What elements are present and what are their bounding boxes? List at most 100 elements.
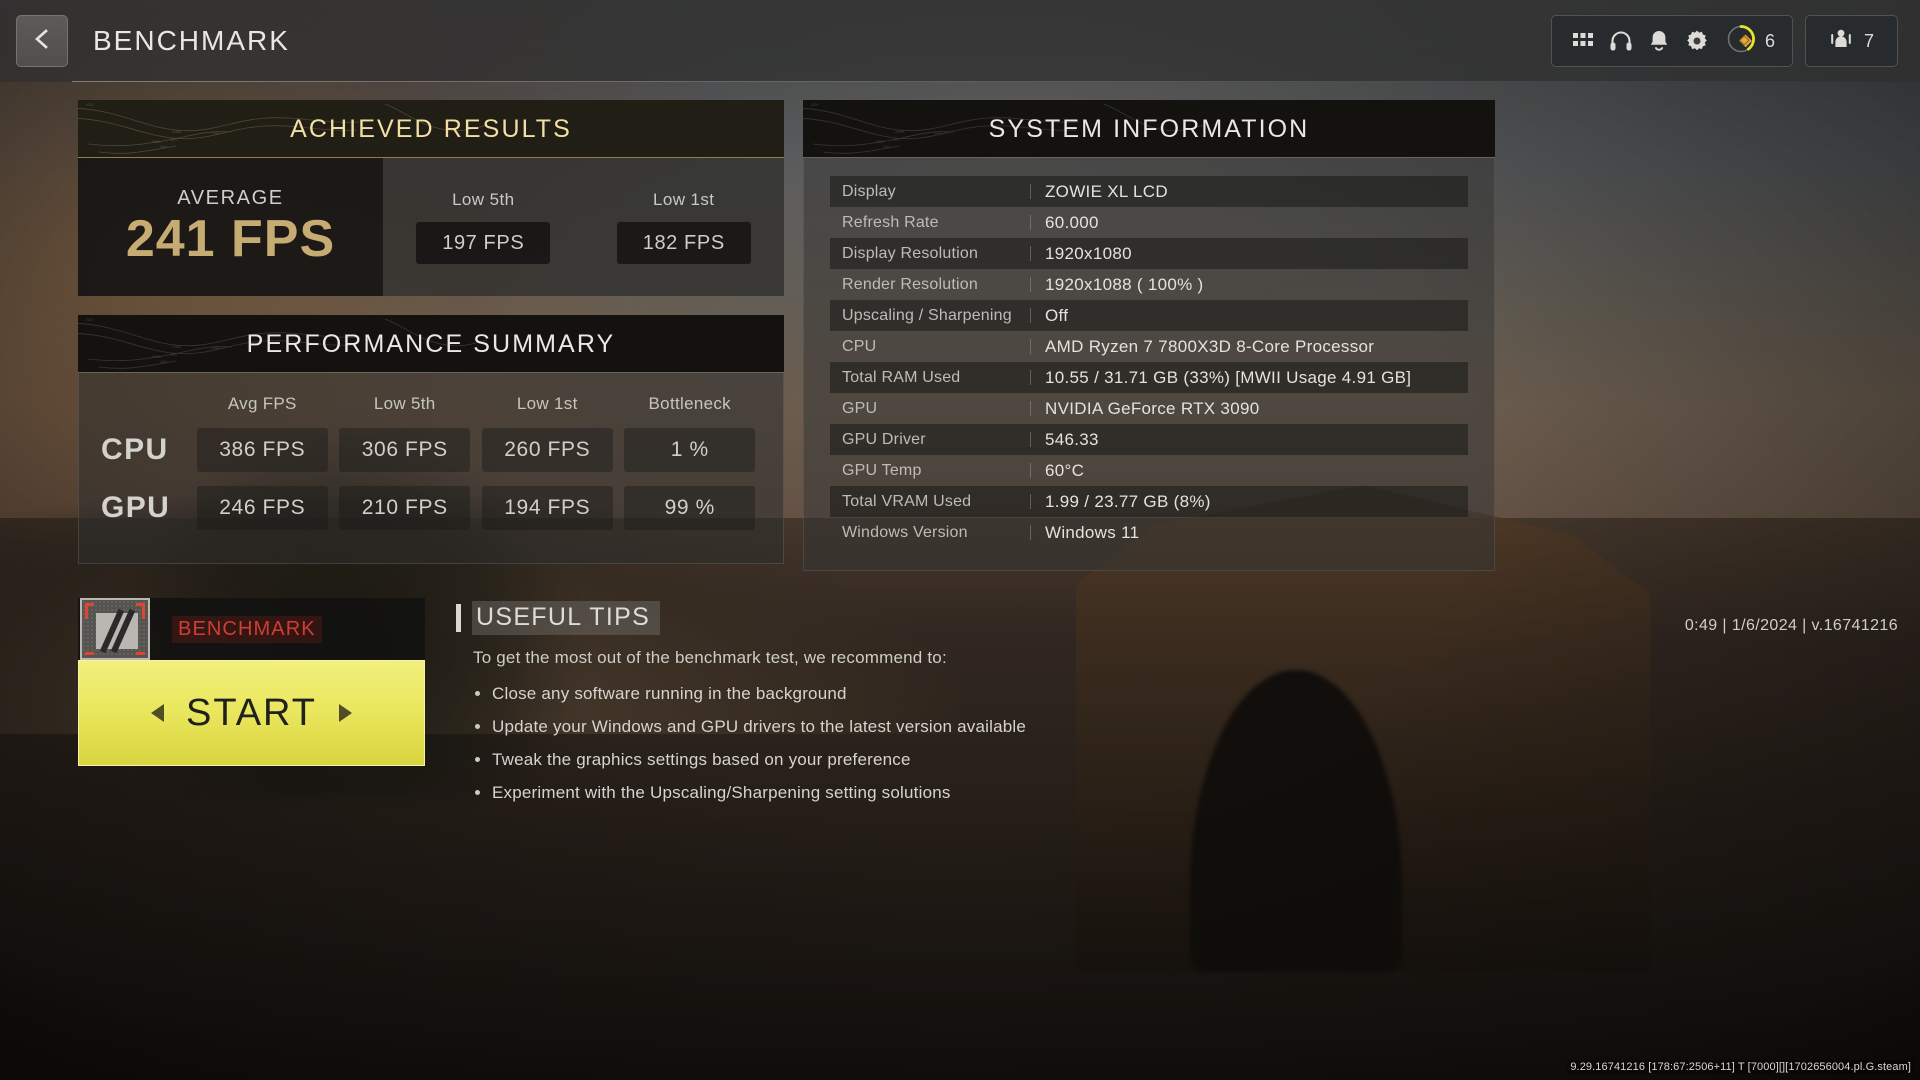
key-value-divider [1030,277,1031,292]
svg-text:0040: 0040 [883,145,890,149]
sysinfo-value: 10.55 / 31.71 GB (33%) [MWII Usage 4.91 … [1045,367,1412,387]
key-value-divider [1030,308,1031,323]
sysinfo-value: 1920x1088 ( 100% ) [1045,274,1204,294]
svg-text:00560: 00560 [875,140,884,144]
system-information-header: 0020 00580 0540 00560 0570 0040 SYSTEM INFOR… [803,100,1495,158]
key-value-divider [1030,370,1031,385]
top-bar: BENCHMARK 6 7 [0,0,1920,82]
achieved-results-title: ACHIEVED RESULTS [290,114,572,143]
thumb-side-marker [142,603,145,619]
svg-text:0020: 0020 [811,103,818,107]
benchmark-tile[interactable]: BENCHMARK [78,598,425,660]
low-5th-value: 197 FPS [416,222,551,264]
table-row: Refresh Rate 60.000 [830,207,1468,238]
cell-cpu-avg: 386 FPS [191,428,334,472]
system-information-body: Display ZOWIE XL LCD Refresh Rate 60.000… [803,158,1495,571]
back-button[interactable] [16,15,68,67]
average-fps-block: AVERAGE 241 FPS [78,158,383,296]
grid-apps-icon[interactable] [1568,26,1598,56]
performance-summary-title: PERFORMANCE SUMMARY [246,329,616,358]
system-information-title: SYSTEM INFORMATION [988,114,1310,143]
svg-text:0020: 0020 [86,318,93,322]
performance-summary-header: 0020 00580 0540 00560 0570 0040 PERFORMANCE … [78,315,784,373]
key-value-divider [1030,215,1031,230]
svg-text:0540: 0540 [212,131,219,135]
table-row: CPU AMD Ryzen 7 7800X3D 8-Core Processor [830,331,1468,362]
bell-icon[interactable] [1644,26,1674,56]
party-pill[interactable]: 7 [1804,15,1898,67]
useful-tips-header: USEFUL TIPS [456,598,1216,638]
useful-tips-intro: To get the most out of the benchmark tes… [473,648,947,667]
svg-text:0020: 0020 [86,103,93,107]
column-header-low-5th: Low 5th [373,394,436,413]
key-value-divider [1030,432,1031,447]
svg-text:0040: 0040 [160,145,167,149]
sysinfo-key: Windows Version [842,523,968,541]
headset-icon[interactable] [1606,26,1636,56]
sysinfo-key: Total VRAM Used [842,492,972,510]
svg-text:0570: 0570 [170,138,177,142]
sysinfo-key: Display Resolution [842,244,979,262]
page-title: BENCHMARK [93,25,290,56]
currency-value: 6 [1764,30,1776,51]
table-row: Display Resolution 1920x1080 [830,238,1468,269]
useful-tips-section: USEFUL TIPS To get the most out of the b… [456,598,1216,816]
top-bar-right-cluster: 6 7 [1550,15,1920,67]
low-percentile-group: Low 5th 197 FPS Low 1st 182 FPS [383,158,784,296]
list-item: Update your Windows and GPU drivers to t… [473,717,1216,737]
sysinfo-key: Render Resolution [842,275,978,293]
list-item: Experiment with the Upscaling/Sharpening… [473,783,1216,803]
row-label-cpu: CPU [101,433,169,466]
party-count: 7 [1863,30,1875,51]
svg-text:0540: 0540 [934,131,941,135]
start-button-label: START [185,691,318,734]
table-row: CPU 386 FPS 306 FPS 260 FPS 1 % [101,421,761,479]
svg-text:0570: 0570 [170,353,177,357]
cell-gpu-low5: 210 FPS [334,486,477,530]
cell-gpu-bottleneck: 99 % [619,486,762,530]
gear-icon[interactable] [1682,26,1712,56]
tips-accent-bar [456,604,461,632]
average-label: AVERAGE [177,187,284,210]
cell-cpu-low5: 306 FPS [334,428,477,472]
sysinfo-key: Refresh Rate [842,213,939,231]
table-row: Windows Version Windows 11 [830,517,1468,548]
status-line: 0:49 | 1/6/2024 | v.16741216 [1684,617,1898,634]
sysinfo-value: Off [1045,305,1069,325]
benchmark-map-thumb-icon [80,598,150,660]
cell-gpu-low1: 194 FPS [476,486,619,530]
currency-display[interactable]: 6 [1726,24,1776,59]
party-members-icon [1828,27,1854,56]
chevron-left-icon [32,28,52,55]
sysinfo-key: Total RAM Used [842,368,961,386]
header-rule [78,157,784,158]
sysinfo-value: 60.000 [1045,212,1099,232]
low-5th-block: Low 5th 197 FPS [383,158,584,296]
performance-summary-panel: 0020 00580 0540 00560 0570 0040 PERFORMANCE … [78,315,784,564]
benchmark-tile-label: BENCHMARK [172,615,322,643]
sysinfo-key: GPU Driver [842,430,926,448]
cell-cpu-low1: 260 FPS [476,428,619,472]
sysinfo-value: 1920x1080 [1045,243,1132,263]
key-value-divider [1030,339,1031,354]
utility-pill: 6 [1550,15,1793,67]
svg-text:0540: 0540 [212,346,219,350]
table-row: Total RAM Used 10.55 / 31.71 GB (33%) [M… [830,362,1468,393]
sysinfo-key: Display [842,182,896,200]
cell-cpu-bottleneck: 1 % [619,428,762,472]
svg-text:00580: 00580 [895,130,904,134]
sysinfo-value: 1.99 / 23.77 GB (8%) [1045,491,1211,511]
list-item: Close any software running in the backgr… [473,684,1216,704]
key-value-divider [1030,401,1031,416]
table-row: Render Resolution 1920x1088 ( 100% ) [830,269,1468,300]
sysinfo-key: CPU [842,337,877,355]
sysinfo-value: Windows 11 [1045,522,1140,542]
table-row: GPU Temp 60°C [830,455,1468,486]
table-row: Upscaling / Sharpening Off [830,300,1468,331]
sysinfo-key: GPU Temp [842,461,922,479]
start-button[interactable]: START [78,660,425,766]
svg-text:0570: 0570 [893,138,900,142]
low-1st-label: Low 1st [653,190,715,209]
column-header-avg-fps: Avg FPS [227,394,297,413]
table-row: Total VRAM Used 1.99 / 23.77 GB (8%) [830,486,1468,517]
